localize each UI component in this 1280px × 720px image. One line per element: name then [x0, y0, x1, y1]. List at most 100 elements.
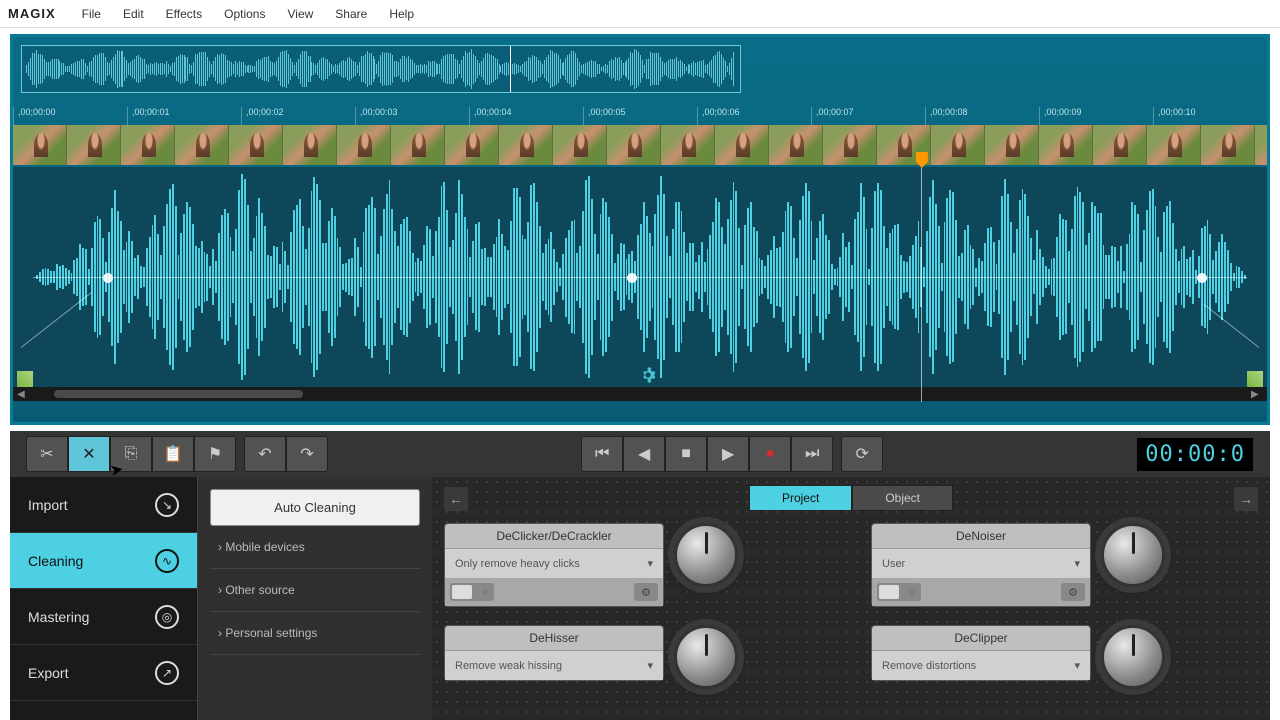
subnav-mobile[interactable]: › Mobile devices: [210, 526, 420, 569]
scissors-icon: ✂: [40, 444, 53, 464]
effect-knob[interactable]: [674, 625, 738, 689]
effect-knob[interactable]: [674, 523, 738, 587]
time-tick: ,00;00:07: [811, 107, 925, 125]
fade-handle[interactable]: [103, 273, 113, 283]
menu-bar: MAGIX File Edit Effects Options View Sha…: [0, 0, 1280, 28]
menu-edit[interactable]: Edit: [113, 3, 154, 25]
subnav-personal[interactable]: › Personal settings: [210, 612, 420, 655]
play-icon: ▶: [722, 444, 734, 464]
horizontal-scrollbar[interactable]: ◀ ▶: [13, 387, 1267, 401]
loop-button[interactable]: ⟳: [841, 436, 883, 472]
sidebar-item-label: Mastering: [28, 609, 89, 625]
overview-waveform[interactable]: [21, 45, 741, 93]
stop-icon: ■: [681, 445, 691, 463]
menu-view[interactable]: View: [277, 3, 323, 25]
sidebar-item-import[interactable]: Import ↘: [10, 477, 197, 533]
effects-next-button[interactable]: →: [1234, 487, 1258, 511]
record-icon: ●: [765, 445, 775, 463]
gear-icon: ⚙: [641, 586, 651, 599]
tab-object[interactable]: Object: [852, 485, 953, 511]
time-ruler[interactable]: ,00;00:00 ,00;00:01 ,00;00:02 ,00;00:03 …: [13, 107, 1267, 125]
effect-toggle[interactable]: ○: [877, 583, 921, 601]
effect-title: DeClipper: [872, 626, 1090, 651]
arrow-left-icon: ←: [449, 491, 463, 507]
tab-project[interactable]: Project: [749, 485, 852, 511]
record-button[interactable]: ●: [749, 436, 791, 472]
effect-preset-select[interactable]: Only remove heavy clicks ▾: [445, 549, 663, 578]
effect-preset-label: User: [882, 558, 905, 570]
timeline-panel: ,00;00:00 ,00;00:01 ,00;00:02 ,00;00:03 …: [10, 34, 1270, 425]
sidebar-item-label: Cleaning: [28, 553, 83, 569]
skip-start-icon: ⏮: [595, 445, 609, 463]
workflow-sidebar: Import ↘ Cleaning ∿ Mastering ◎ Export ↗: [10, 477, 198, 720]
subnav-other[interactable]: › Other source: [210, 569, 420, 612]
time-tick: ,00;00:08: [925, 107, 1039, 125]
effects-area: ← Project Object → DeClicker/DeCrackler …: [432, 477, 1270, 720]
time-tick: ,00;00:00: [13, 107, 127, 125]
effect-title: DeClicker/DeCrackler: [445, 524, 663, 549]
skip-end-icon: ⏭: [805, 445, 819, 463]
auto-cleaning-button[interactable]: Auto Cleaning: [210, 489, 420, 526]
effect-preset-label: Remove distortions: [882, 660, 976, 672]
scroll-thumb[interactable]: [54, 390, 303, 398]
flag-icon: ⚑: [208, 444, 222, 464]
prev-icon: ◀: [638, 444, 650, 464]
effects-prev-button[interactable]: ←: [444, 487, 468, 511]
redo-button[interactable]: ↷: [286, 436, 328, 472]
import-icon: ↘: [155, 493, 179, 517]
redo-icon: ↷: [300, 444, 313, 464]
scroll-right-icon[interactable]: ▶: [1251, 389, 1263, 400]
playhead-marker[interactable]: [916, 152, 928, 168]
cleaning-icon: ∿: [155, 549, 179, 573]
skip-start-button[interactable]: ⏮: [581, 436, 623, 472]
effect-knob[interactable]: [1101, 523, 1165, 587]
envelope-line[interactable]: [33, 277, 1247, 278]
fade-handle[interactable]: [1197, 273, 1207, 283]
copy-icon: ⎘: [125, 445, 138, 463]
effect-preset-select[interactable]: Remove distortions ▾: [872, 651, 1090, 680]
menu-options[interactable]: Options: [214, 3, 275, 25]
effect-toggle[interactable]: ○: [450, 583, 494, 601]
effect-knob[interactable]: [1101, 625, 1165, 689]
loop-icon: ⟳: [855, 444, 868, 464]
split-button[interactable]: ✕: [68, 436, 110, 472]
menu-effects[interactable]: Effects: [156, 3, 212, 25]
overview-playhead[interactable]: [510, 46, 511, 93]
marker-button[interactable]: ⚑: [194, 436, 236, 472]
effect-settings-button[interactable]: ⚙: [1061, 583, 1085, 601]
time-tick: ,00;00:06: [697, 107, 811, 125]
effect-preset-label: Remove weak hissing: [455, 660, 562, 672]
paste-button[interactable]: 📋: [152, 436, 194, 472]
export-icon: ↗: [155, 661, 179, 685]
audio-track[interactable]: [13, 167, 1267, 387]
fade-in-corner[interactable]: [17, 371, 33, 387]
effect-settings-button[interactable]: ⚙: [634, 583, 658, 601]
prev-button[interactable]: ◀: [623, 436, 665, 472]
effect-title: DeHisser: [445, 626, 663, 651]
effect-denoiser: DeNoiser User ▾ ○ ⚙: [871, 523, 1258, 607]
sidebar-item-mastering[interactable]: Mastering ◎: [10, 589, 197, 645]
video-track[interactable]: [13, 125, 1267, 165]
gear-icon: ⚙: [1068, 586, 1078, 599]
sidebar-item-export[interactable]: Export ↗: [10, 645, 197, 701]
effect-preset-select[interactable]: Remove weak hissing ▾: [445, 651, 663, 680]
sidebar-item-cleaning[interactable]: Cleaning ∿: [10, 533, 197, 589]
menu-share[interactable]: Share: [325, 3, 377, 25]
stop-button[interactable]: ■: [665, 436, 707, 472]
play-button[interactable]: ▶: [707, 436, 749, 472]
effect-declipper: DeClipper Remove distortions ▾: [871, 625, 1258, 689]
effect-title: DeNoiser: [872, 524, 1090, 549]
skip-end-button[interactable]: ⏭: [791, 436, 833, 472]
undo-button[interactable]: ↶: [244, 436, 286, 472]
time-display: 00:00:0: [1136, 437, 1254, 472]
menu-file[interactable]: File: [72, 3, 111, 25]
track-settings-icon[interactable]: [640, 367, 656, 383]
effect-preset-select[interactable]: User ▾: [872, 549, 1090, 578]
cut-button[interactable]: ✂: [26, 436, 68, 472]
scroll-left-icon[interactable]: ◀: [17, 389, 29, 400]
fade-out-corner[interactable]: [1247, 371, 1263, 387]
time-tick: ,00;00:05: [583, 107, 697, 125]
time-tick: ,00;00:01: [127, 107, 241, 125]
chevron-down-icon: ▾: [647, 557, 653, 570]
menu-help[interactable]: Help: [379, 3, 424, 25]
